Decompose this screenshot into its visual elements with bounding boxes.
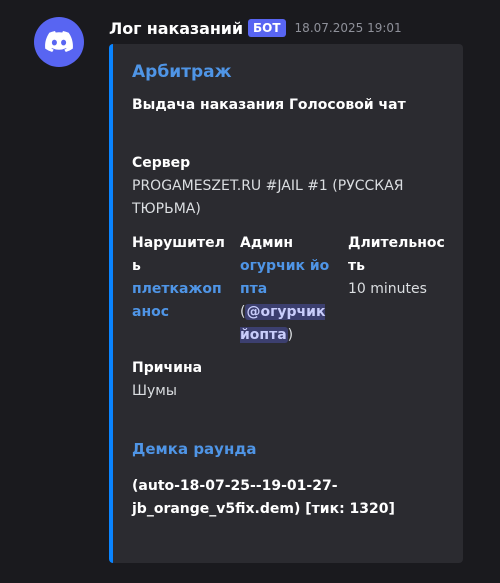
inline-fields: Нарушитель плеткажопанос Админ огурчик й…: [132, 232, 452, 347]
avatar[interactable]: [34, 17, 84, 67]
message: Лог наказаний БОТ 18.07.2025 19:01 Арбит…: [0, 0, 500, 583]
demo-link[interactable]: Демка раунда: [132, 440, 257, 458]
field-duration: Длительность 10 minutes: [348, 232, 456, 347]
timestamp[interactable]: 18.07.2025 19:01: [295, 21, 402, 35]
field-reason-name: Причина: [132, 360, 203, 376]
field-admin-mention-line: (@огурчик йопта): [240, 301, 338, 347]
message-header: Лог наказаний БОТ 18.07.2025 19:01: [109, 16, 402, 40]
field-admin-value[interactable]: огурчик йопта: [240, 255, 338, 301]
field-reason: Причина Шумы: [132, 357, 452, 403]
bot-badge: БОТ: [248, 19, 286, 37]
field-server-value: PROGAMESZET.RU #JAIL #1 (РУССКАЯ ТЮРЬМА): [132, 178, 404, 217]
admin-mention[interactable]: @огурчик йопта: [240, 304, 326, 343]
embed: Арбитраж Выдача наказания Голосовой чат …: [109, 44, 463, 563]
field-server: Сервер PROGAMESZET.RU #JAIL #1 (РУССКАЯ …: [132, 152, 452, 221]
demo-description: (auto-18-07-25--19-01-27-jb_orange_v5fix…: [132, 478, 395, 517]
field-server-name: Сервер: [132, 155, 191, 171]
mention-close-paren: ): [287, 327, 294, 343]
embed-author[interactable]: Арбитраж: [132, 62, 232, 82]
embed-title: Выдача наказания Голосовой чат: [132, 97, 406, 113]
field-duration-name: Длительность: [348, 235, 445, 274]
discord-logo-icon: [45, 31, 73, 52]
field-duration-value: 10 minutes: [348, 281, 427, 297]
field-admin: Админ огурчик йопта (@огурчик йопта): [240, 232, 348, 347]
username[interactable]: Лог наказаний: [109, 19, 243, 38]
field-violator-value[interactable]: плеткажопанос: [132, 278, 230, 324]
field-violator: Нарушитель плеткажопанос: [132, 232, 240, 347]
field-admin-name: Админ: [240, 235, 294, 251]
field-violator-name: Нарушитель: [132, 235, 225, 274]
field-reason-value: Шумы: [132, 383, 177, 399]
